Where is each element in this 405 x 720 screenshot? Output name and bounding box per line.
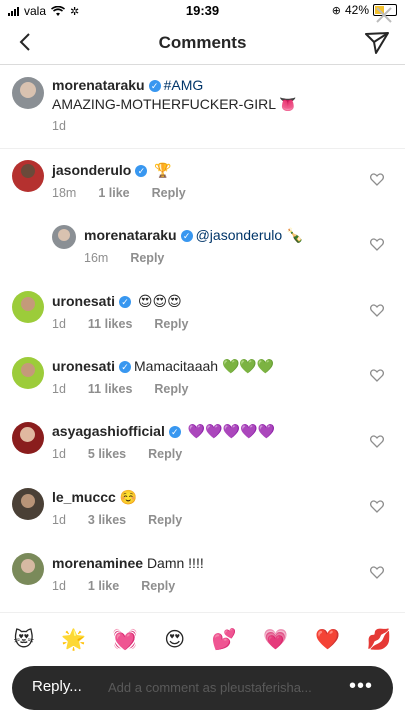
like-heart-icon[interactable] [370,304,384,317]
comment-age: 18m [52,186,77,200]
orientation-lock-icon: ⊕ [331,4,341,17]
green-heart-emoji: 💚💚💚 [221,359,275,375]
post-caption: morenataraku ✓ #AMG AMAZING-MOTHERFUCKER-G… [0,64,405,149]
direct-send-icon[interactable] [363,28,391,56]
comment-username[interactable]: le_muccc [52,489,116,505]
comment-likes[interactable]: 3 likes [88,513,126,527]
reply-composer[interactable]: Add a comment as pleustaferisha... Reply… [12,666,393,710]
reply-label[interactable]: Reply... [32,678,82,695]
like-heart-icon[interactable] [370,238,384,251]
purple-heart-emoji: 💜💜💜💜💜 [187,424,275,440]
comment-age: 1d [52,382,66,396]
avatar[interactable] [12,357,44,389]
verified-badge-icon: ✓ [119,361,132,373]
comment-meta: 1d 5 likes Reply [52,447,204,461]
like-heart-icon[interactable] [370,566,384,579]
verified-badge-icon: ✓ [135,165,148,177]
comment-likes[interactable]: 1 like [88,579,119,593]
emoji-cat-heart-eyes[interactable]: 😻 [13,627,34,651]
champagne-emoji: 🍾 [286,228,304,244]
comment-username[interactable]: jasonderulo [52,162,131,178]
avatar[interactable] [12,553,44,585]
comment-username[interactable]: asyagashiofficial [52,423,165,439]
comment-age: 16m [84,251,109,265]
comment-username[interactable]: uronesati [52,358,115,374]
reply-button[interactable]: Reply [154,317,188,331]
comment-meta: 1d 3 likes Reply [52,513,204,527]
comment-username[interactable]: uronesati [52,293,115,309]
comment-username[interactable]: morenaminee [52,555,143,571]
comment-age: 1d [52,317,66,331]
comment-likes[interactable]: 5 likes [88,447,126,461]
comment-likes[interactable]: 11 likes [88,382,133,396]
avatar[interactable] [12,488,44,520]
comment-mention[interactable]: @jasonderulo [196,227,283,243]
like-heart-icon[interactable] [370,173,384,186]
caption-text: AMAZING-MOTHERFUCKER-GIRL [52,96,276,112]
like-heart-icon[interactable] [370,435,384,448]
comment-age: 1d [52,513,66,527]
comment-meta: 16m Reply [84,251,186,265]
caption-line-1: morenataraku ✓ #AMG [52,77,203,93]
comment-text-line: asyagashiofficial ✓ 💜💜💜💜💜 [52,423,275,440]
avatar[interactable] [12,291,44,323]
comment-age: 1d [52,447,66,461]
heart-eyes-emoji: 😍😍😍 [137,294,182,310]
smiling-emoji: ☺️ [119,490,138,506]
verified-badge-icon: ✓ [168,426,181,438]
emoji-red-heart[interactable]: ❤️ [315,627,340,651]
comment-text: Mamacitaaah [134,358,219,374]
avatar[interactable] [52,225,76,249]
reply-button[interactable]: Reply [141,579,175,593]
caption-age: 1d [52,119,66,133]
comment-input-placeholder[interactable]: Add a comment as pleustaferisha... [108,680,312,695]
emoji-beating-heart[interactable]: 💓 [113,627,138,651]
verified-badge-icon: ✓ [148,80,161,92]
comment-text-line: uronesati ✓ Mamacitaaah 💚💚💚 [52,358,274,375]
verified-badge-icon: ✓ [180,230,193,242]
comment-text-line: morenataraku ✓ @jasonderulo 🍾 [84,227,304,244]
emoji-quick-bar: 😻 🌟 💓 😍 💕 💗 ❤️ 💋 [0,612,405,665]
caption-meta: 1d [52,119,88,133]
emoji-heart-eyes[interactable]: 😍 [164,627,185,651]
like-heart-icon[interactable] [370,369,384,382]
avatar[interactable] [12,77,44,109]
reply-button[interactable]: Reply [130,251,164,265]
reply-button[interactable]: Reply [154,382,188,396]
tongue-emoji: 👅 [279,97,297,113]
comment-text-line: morenaminee Damn !!!! [52,555,204,571]
emoji-growing-heart[interactable]: 💗 [263,627,288,651]
comment-likes[interactable]: 1 like [98,186,129,200]
caption-hashtag[interactable]: #AMG [164,77,204,93]
comment-text-line: uronesati ✓ 😍😍😍 [52,293,182,310]
reply-button[interactable]: Reply [152,186,186,200]
comment-meta: 1d 11 likes Reply [52,382,210,396]
comment-text: Damn !!!! [146,555,204,571]
emoji-glowing-star[interactable]: 🌟 [61,627,86,651]
nav-bar: Comments [0,22,405,65]
comment-likes[interactable]: 11 likes [88,317,133,331]
reply-button[interactable]: Reply [148,513,182,527]
comment-text-line: jasonderulo ✓ 🏆 [52,162,172,179]
caption-username[interactable]: morenataraku [52,77,145,93]
reply-button[interactable]: Reply [148,447,182,461]
emoji-two-hearts[interactable]: 💕 [212,627,237,651]
comment-age: 1d [52,579,66,593]
battery-percent: 42% [344,3,369,17]
trophy-emoji: 🏆 [154,163,172,179]
caption-line-2: AMAZING-MOTHERFUCKER-GIRL 👅 [52,96,297,113]
status-bar: vala ✲ 19:39 ⊕ 42% [0,0,405,22]
comment-username[interactable]: morenataraku [84,227,177,243]
emoji-kiss-mark[interactable]: 💋 [367,627,392,651]
comment-meta: 18m 1 like Reply [52,186,208,200]
comment-meta: 1d 11 likes Reply [52,317,210,331]
avatar[interactable] [12,160,44,192]
comment-meta: 1d 1 like Reply [52,579,197,593]
comment-text-line: le_muccc ☺️ [52,489,137,506]
more-options-icon[interactable]: ••• [349,675,373,698]
verified-badge-icon: ✓ [119,296,132,308]
page-title: Comments [158,33,247,52]
like-heart-icon[interactable] [370,500,384,513]
avatar[interactable] [12,422,44,454]
